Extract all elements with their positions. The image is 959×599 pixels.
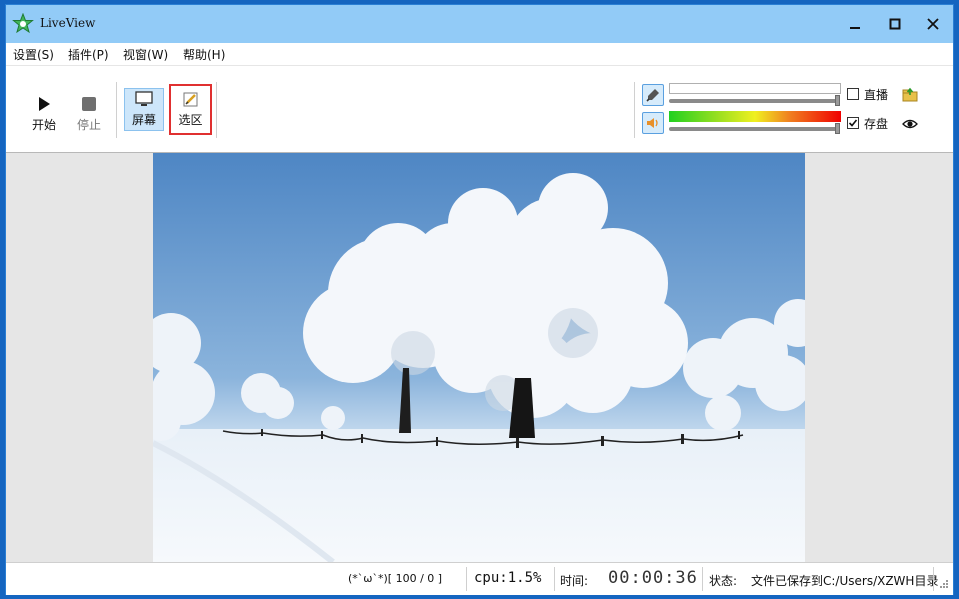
menu-settings[interactable]: 设置(S)	[13, 46, 54, 63]
microphone-icon	[646, 89, 659, 102]
close-button[interactable]	[913, 5, 953, 43]
open-folder-icon[interactable]	[902, 86, 918, 102]
start-button[interactable]: 开始	[26, 88, 62, 140]
screen-label: 屏幕	[131, 113, 156, 127]
status-state-value: 文件已保存到C:/Users/XZWH目录	[751, 574, 939, 588]
start-label: 开始	[31, 117, 56, 132]
maximize-button[interactable]	[875, 5, 915, 43]
stop-icon	[82, 96, 96, 111]
app-logo-icon	[12, 13, 34, 34]
menu-plugins[interactable]: 插件(P)	[68, 46, 109, 63]
resize-grip-icon[interactable]	[939, 579, 949, 589]
capture-preview-area	[6, 153, 953, 562]
play-icon	[39, 96, 50, 111]
status-divider	[933, 567, 934, 591]
microphone-button[interactable]	[642, 84, 664, 106]
live-checkbox[interactable]	[847, 88, 859, 100]
status-divider	[702, 567, 703, 591]
eye-icon[interactable]	[902, 118, 918, 130]
status-bar: (*`ω`*)[ 100 / 0 ] cpu:1.5% 时间: 00:00:36…	[6, 562, 953, 595]
speaker-volume-thumb[interactable]	[835, 123, 840, 134]
status-cpu: cpu:1.5%	[474, 570, 542, 586]
live-label: 直播	[864, 88, 889, 102]
region-label: 选区	[178, 113, 203, 127]
minimize-icon	[850, 27, 860, 29]
save-checkbox[interactable]	[847, 117, 859, 129]
toolbar-divider	[634, 82, 635, 138]
title-bar[interactable]: LiveView	[6, 5, 953, 43]
monitor-icon	[135, 91, 153, 106]
checkmark-icon	[848, 119, 858, 127]
mic-volume-thumb[interactable]	[835, 95, 840, 106]
status-time-value: 00:00:36	[608, 568, 698, 588]
toolbar-divider	[216, 82, 217, 138]
close-icon	[927, 18, 939, 30]
speaker-volume-slider[interactable]	[669, 127, 839, 131]
speaker-level-bar	[669, 111, 841, 122]
minimize-button[interactable]	[835, 5, 875, 43]
stop-label: 停止	[76, 117, 101, 132]
save-label: 存盘	[864, 117, 889, 131]
toolbar: 开始 停止 屏幕 选区 直播 存盘	[6, 66, 953, 153]
status-divider	[466, 567, 467, 591]
stop-button[interactable]: 停止	[71, 88, 107, 140]
speaker-button[interactable]	[642, 112, 664, 134]
mic-volume-slider[interactable]	[669, 99, 839, 103]
speaker-icon	[647, 118, 658, 128]
menu-view[interactable]: 视窗(W)	[123, 46, 168, 63]
screen-button[interactable]: 屏幕	[124, 88, 164, 131]
mic-level-bar	[669, 83, 841, 94]
menu-help[interactable]: 帮助(H)	[183, 46, 225, 63]
region-select-icon	[183, 92, 197, 107]
status-time-label: 时间:	[560, 574, 589, 588]
app-window: LiveView 设置(S) 插件(P) 视窗(W) 帮助(H) 开始 停止 屏…	[5, 4, 954, 595]
preview-image	[153, 153, 805, 562]
maximize-icon	[889, 18, 901, 30]
status-face-counter: (*`ω`*)[ 100 / 0 ]	[348, 572, 443, 585]
menu-bar: 设置(S) 插件(P) 视窗(W) 帮助(H)	[6, 43, 953, 66]
window-title: LiveView	[40, 16, 96, 30]
status-divider	[554, 567, 555, 591]
region-button[interactable]: 选区	[169, 84, 212, 135]
toolbar-divider	[116, 82, 117, 138]
status-state-label: 状态:	[709, 574, 738, 588]
